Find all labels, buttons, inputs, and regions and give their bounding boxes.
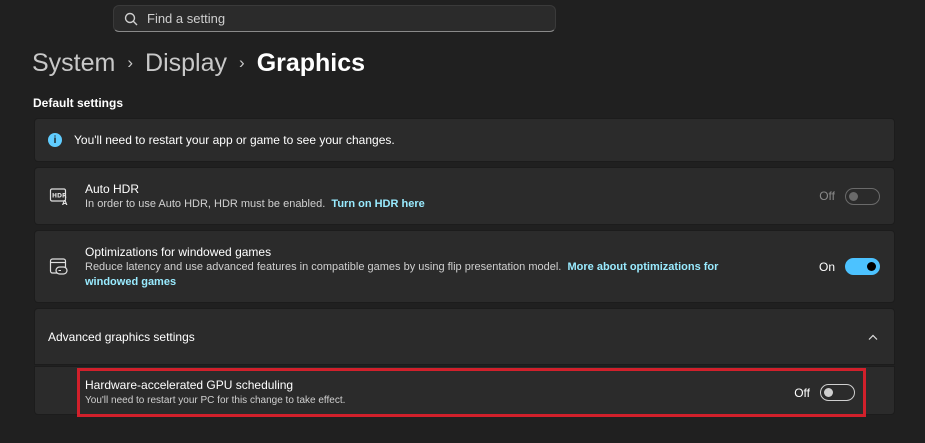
toggle-knob (849, 191, 858, 201)
auto-hdr-description: In order to use Auto HDR, HDR must be en… (85, 197, 326, 210)
svg-text:A: A (62, 199, 68, 206)
toggle-knob (867, 262, 876, 271)
gpu-scheduling-toggle[interactable] (820, 384, 855, 401)
windowed-games-state: On (818, 259, 835, 274)
toggle-knob (824, 388, 833, 397)
page-title: Graphics (256, 49, 366, 77)
gpu-scheduling-title: Hardware-accelerated GPU scheduling (85, 378, 294, 392)
chevron-up-icon[interactable] (868, 334, 878, 340)
windowed-games-setting: Optimizations for windowed games Reduce … (34, 230, 895, 303)
auto-hdr-setting: HDR A Auto HDR In order to use Auto HDR,… (34, 167, 895, 225)
gpu-scheduling-description: You'll need to restart your PC for this … (85, 395, 346, 406)
auto-hdr-title: Auto HDR (85, 181, 140, 196)
search-box[interactable] (113, 5, 556, 32)
gpu-scheduling-state: Off (794, 385, 810, 400)
chevron-right-icon: › (239, 53, 245, 72)
windowed-games-title: Optimizations for windowed games (85, 244, 272, 259)
breadcrumb-system[interactable]: System (32, 46, 115, 80)
info-banner-text: You'll need to restart your app or game … (74, 133, 395, 147)
windowed-games-description: Reduce latency and use advanced features… (85, 260, 562, 273)
info-icon: i (48, 133, 62, 147)
gpu-scheduling-setting: Hardware-accelerated GPU scheduling You'… (77, 368, 866, 417)
search-icon (124, 12, 138, 25)
advanced-graphics-header[interactable]: Advanced graphics settings (34, 308, 895, 365)
more-about-optimizations-link[interactable]: More about optimizations for (567, 261, 718, 273)
breadcrumb: System › Display › Graphics (32, 46, 365, 80)
info-banner: i You'll need to restart your app or gam… (34, 118, 895, 162)
hdr-icon: HDR A (49, 188, 68, 206)
turn-on-hdr-link[interactable]: Turn on HDR here (331, 198, 424, 210)
auto-hdr-toggle[interactable] (845, 187, 880, 205)
auto-hdr-state: Off (819, 189, 835, 203)
windowed-games-toggle[interactable] (845, 258, 880, 275)
breadcrumb-display[interactable]: Display (145, 46, 227, 80)
section-label-default-settings: Default settings (33, 96, 124, 110)
chevron-right-icon: › (127, 53, 134, 72)
search-input[interactable] (147, 11, 527, 26)
advanced-graphics-title: Advanced graphics settings (48, 329, 195, 344)
windowed-game-icon (49, 257, 68, 275)
more-about-optimizations-link-continued[interactable]: windowed games (85, 276, 176, 288)
